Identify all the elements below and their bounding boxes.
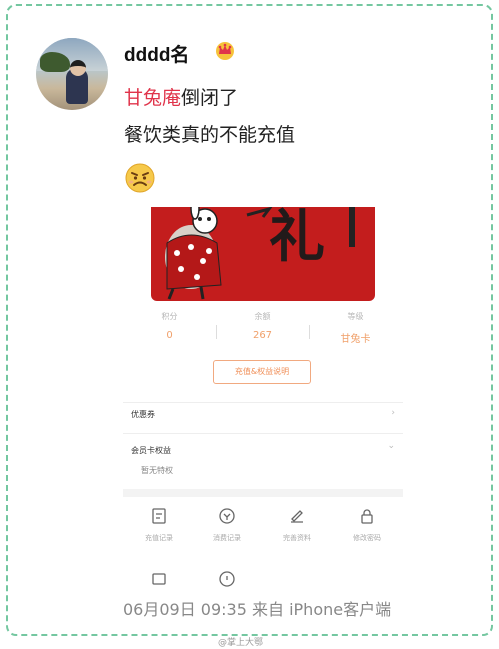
mention-link[interactable]: 甘兔庵 bbox=[124, 87, 181, 109]
card-item[interactable] bbox=[131, 569, 187, 587]
rabbit-illustration bbox=[165, 207, 355, 300]
post-text-line2: 餐饮类真的不能充值 bbox=[124, 124, 296, 146]
change-password-icon bbox=[361, 509, 373, 524]
stat-points: 积分 0 bbox=[161, 312, 178, 341]
member-card-image: 礼 bbox=[151, 207, 375, 301]
crown-icon bbox=[216, 42, 234, 60]
post-text-line1: 甘兔庵倒闭了 bbox=[124, 83, 238, 110]
post-text-after-mention: 倒闭了 bbox=[181, 87, 239, 109]
member-benefits-row[interactable]: 会员卡权益 bbox=[131, 445, 171, 456]
member-stats: 积分 0 余额 267 等级 甘兔卡 bbox=[123, 311, 403, 351]
change-password-item[interactable]: 修改密码 bbox=[339, 507, 395, 543]
recharge-record-icon bbox=[152, 508, 166, 524]
chevron-down-icon: ⌄ bbox=[387, 441, 395, 451]
consume-record-item[interactable]: 消费记录 bbox=[199, 507, 255, 543]
edit-profile-icon bbox=[291, 510, 303, 523]
info-icon bbox=[219, 571, 235, 587]
no-privileges-text: 暂无特权 bbox=[141, 466, 173, 475]
avatar[interactable] bbox=[36, 38, 108, 110]
stat-balance: 余额 267 bbox=[252, 312, 273, 341]
consume-record-icon bbox=[219, 508, 235, 524]
stat-level: 等级 甘兔卡 bbox=[340, 312, 371, 345]
chevron-right-icon: › bbox=[391, 408, 395, 418]
angry-face-emoji bbox=[125, 163, 155, 193]
post-timestamp: 06月09日 09:35 来自 iPhone客户端 bbox=[123, 600, 392, 619]
edit-profile-item[interactable]: 完善资料 bbox=[269, 507, 325, 543]
watermark: @掌上大鄂 bbox=[218, 638, 264, 648]
recharge-record-item[interactable]: 充值记录 bbox=[131, 507, 187, 543]
card-calligraphy: 礼 bbox=[269, 207, 325, 270]
embedded-screenshot[interactable]: 礼 积分 0 余额 267 等级 甘兔卡 充值&权益说明 优惠券 › 会员卡权益… bbox=[123, 207, 403, 590]
username[interactable]: dddd名 bbox=[124, 40, 189, 67]
section-divider bbox=[123, 489, 403, 497]
info-item[interactable] bbox=[199, 569, 255, 587]
coupons-row[interactable]: 优惠券 bbox=[131, 409, 155, 420]
recharge-rules-button[interactable]: 充值&权益说明 bbox=[213, 360, 311, 384]
card-icon bbox=[152, 573, 166, 585]
